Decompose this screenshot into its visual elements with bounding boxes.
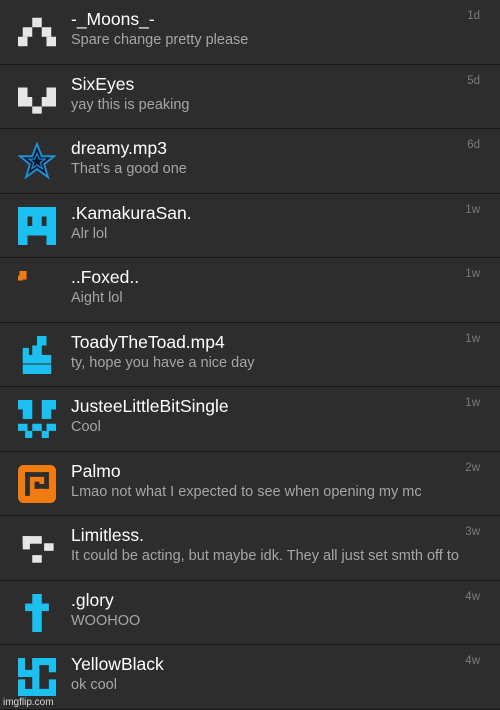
orange-pixel-spiral-icon[interactable] [18, 464, 56, 503]
message-preview: ok cool [71, 677, 117, 693]
white-pixel-blocks-icon[interactable] [18, 529, 56, 567]
blue-pixel-cross-icon[interactable] [18, 593, 56, 632]
timestamp: 1w [465, 203, 480, 216]
blue-pixel-face-icon[interactable] [18, 400, 56, 438]
message-preview: Aight lol [71, 290, 123, 306]
message-preview: yay this is peaking [71, 96, 190, 113]
message-preview: That’s a good one [71, 161, 187, 177]
message-preview: WOOHOO [71, 612, 141, 629]
conversation-list: -_Moons_- Spare change pretty please 1d … [0, 0, 500, 710]
timestamp: 5d [467, 74, 480, 87]
conversation-row[interactable]: ToadyTheToad.mp4 ty, hope you have a nic… [0, 322, 500, 387]
blue-star-icon[interactable] [18, 142, 56, 180]
timestamp: 3w [465, 526, 480, 538]
timestamp: 1w [465, 397, 480, 409]
watermark: imgflip.com [3, 697, 54, 708]
conversation-row[interactable]: JusteeLittleBitSingle Cool 1w [0, 387, 500, 452]
conversation-row[interactable]: Limitless. It could be acting, but maybe… [0, 516, 500, 581]
conversation-row[interactable]: dreamy.mp3 That’s a good one 6d [0, 129, 500, 194]
timestamp: 4w [465, 590, 480, 603]
conversation-name: dreamy.mp3 [71, 138, 167, 158]
timestamp: 4w [465, 655, 480, 667]
blue-pixel-cactus-icon[interactable] [18, 335, 56, 374]
conversation-name: -_Moons_- [71, 9, 155, 29]
message-preview: Alr lol [71, 225, 108, 242]
conversation-row[interactable]: ..Foxed.. Aight lol 1w [0, 258, 500, 323]
conversation-row[interactable]: Palmo Lmao not what I expected to see wh… [0, 451, 500, 516]
timestamp: 6d [467, 139, 480, 151]
timestamp: 1d [467, 10, 480, 22]
message-preview: It could be acting, but maybe idk. They … [71, 548, 459, 564]
message-preview: Cool [71, 419, 101, 435]
message-preview: Lmao not what I expected to see when ope… [71, 483, 422, 500]
white-pixel-cross-icon[interactable] [18, 13, 56, 51]
conversation-row[interactable]: .glory WOOHOO 4w [0, 580, 500, 645]
conversation-name: JusteeLittleBitSingle [71, 396, 229, 416]
conversation-name: SixEyes [71, 73, 135, 94]
conversation-name: .KamakuraSan. [71, 202, 192, 223]
conversation-row[interactable]: .KamakuraSan. Alr lol 1w [0, 193, 500, 258]
conversation-name: Limitless. [71, 525, 144, 545]
conversation-name: YellowBlack [71, 654, 164, 674]
conversation-name: ..Foxed.. [71, 267, 140, 287]
conversation-name: Palmo [71, 460, 121, 481]
timestamp: 1w [465, 268, 480, 280]
conversation-name: ToadyTheToad.mp4 [71, 331, 225, 352]
message-preview: Spare change pretty please [71, 32, 249, 48]
timestamp: 2w [465, 461, 480, 474]
conversation-row[interactable]: YellowBlack ok cool 4w [0, 645, 500, 710]
conversation-name: .glory [71, 589, 114, 610]
timestamp: 1w [465, 332, 480, 345]
message-preview: ty, hope you have a nice day [71, 354, 255, 371]
blue-pixel-swirl-icon[interactable] [18, 658, 56, 696]
white-pixel-bracket-icon[interactable] [18, 78, 56, 116]
orange-pixel-fragment-icon[interactable] [18, 271, 56, 309]
conversation-row[interactable]: -_Moons_- Spare change pretty please 1d [0, 0, 500, 65]
conversation-row[interactable]: SixEyes yay this is peaking 5d [0, 64, 500, 129]
blue-pixel-invader-icon[interactable] [18, 206, 56, 245]
